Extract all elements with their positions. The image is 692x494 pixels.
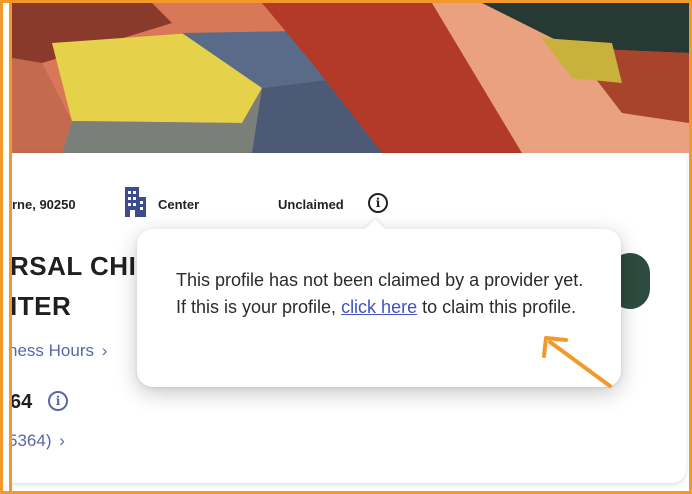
address-text: rne, 90250: [12, 197, 76, 212]
license-link-label: 5364): [12, 431, 52, 450]
provider-name-line1: RSAL CHIL: [12, 251, 153, 281]
hero-image: [12, 3, 689, 153]
business-hours-label: ness Hours: [12, 341, 94, 360]
license-link[interactable]: 5364) ›: [12, 431, 65, 451]
info-icon[interactable]: i: [368, 193, 388, 213]
annotation-arrow-icon: [538, 332, 618, 392]
business-hours-link[interactable]: ness Hours ›: [12, 341, 107, 361]
toy-blocks-photo: [12, 3, 689, 153]
provider-type-label: Center: [158, 197, 200, 212]
chevron-right-icon: ›: [101, 341, 108, 360]
claim-profile-link[interactable]: click here: [341, 297, 417, 317]
chevron-right-icon: ›: [59, 431, 65, 450]
provider-name-line2: ITER: [12, 291, 72, 321]
building-icon: [123, 187, 147, 217]
highlight-frame-left: [9, 0, 12, 494]
license-number: 64: [12, 391, 33, 413]
tooltip-text-after: to claim this profile.: [417, 297, 577, 317]
tooltip-text: This profile has not been claimed by a p…: [176, 267, 596, 321]
license-info-icon[interactable]: i: [48, 391, 68, 411]
claim-status-label: Unclaimed: [278, 197, 344, 212]
